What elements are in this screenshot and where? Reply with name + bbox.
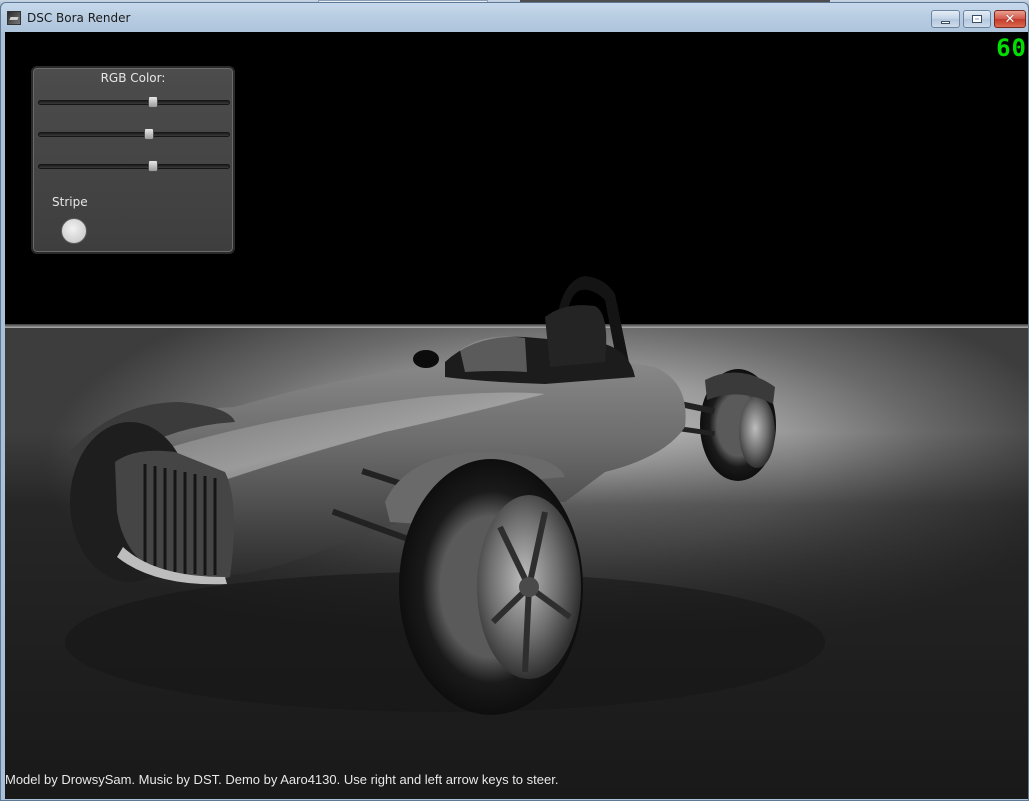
maximize-button[interactable] <box>963 10 991 28</box>
app-window: DSC Bora Render ✕ 60 RGB Color: Stripe M… <box>0 2 1029 801</box>
blue-slider[interactable] <box>38 160 230 172</box>
render-viewport[interactable]: 60 RGB Color: Stripe Model by DrowsySam.… <box>5 32 1028 799</box>
credits-text: Model by DrowsySam. Music by DST. Demo b… <box>5 772 559 787</box>
slider-track <box>38 100 230 105</box>
minimize-icon <box>941 21 950 24</box>
red-slider[interactable] <box>38 96 230 108</box>
stripe-label: Stripe <box>52 195 88 209</box>
close-button[interactable]: ✕ <box>994 10 1026 28</box>
maximize-icon <box>972 15 982 23</box>
close-icon: ✕ <box>1004 11 1016 27</box>
fps-counter: 60 <box>996 34 1027 62</box>
title-bar[interactable]: DSC Bora Render ✕ <box>1 3 1028 31</box>
slider-track <box>38 132 230 137</box>
slider-thumb[interactable] <box>144 128 155 140</box>
green-slider[interactable] <box>38 128 230 140</box>
slider-thumb[interactable] <box>148 96 159 108</box>
slider-track <box>38 164 230 169</box>
minimize-button[interactable] <box>931 10 960 28</box>
window-title: DSC Bora Render <box>27 11 131 25</box>
slider-thumb[interactable] <box>148 160 159 172</box>
rgb-color-panel: RGB Color: Stripe <box>31 66 235 254</box>
panel-title: RGB Color: <box>100 71 166 85</box>
app-icon[interactable] <box>7 11 21 25</box>
stripe-toggle[interactable] <box>61 218 87 244</box>
